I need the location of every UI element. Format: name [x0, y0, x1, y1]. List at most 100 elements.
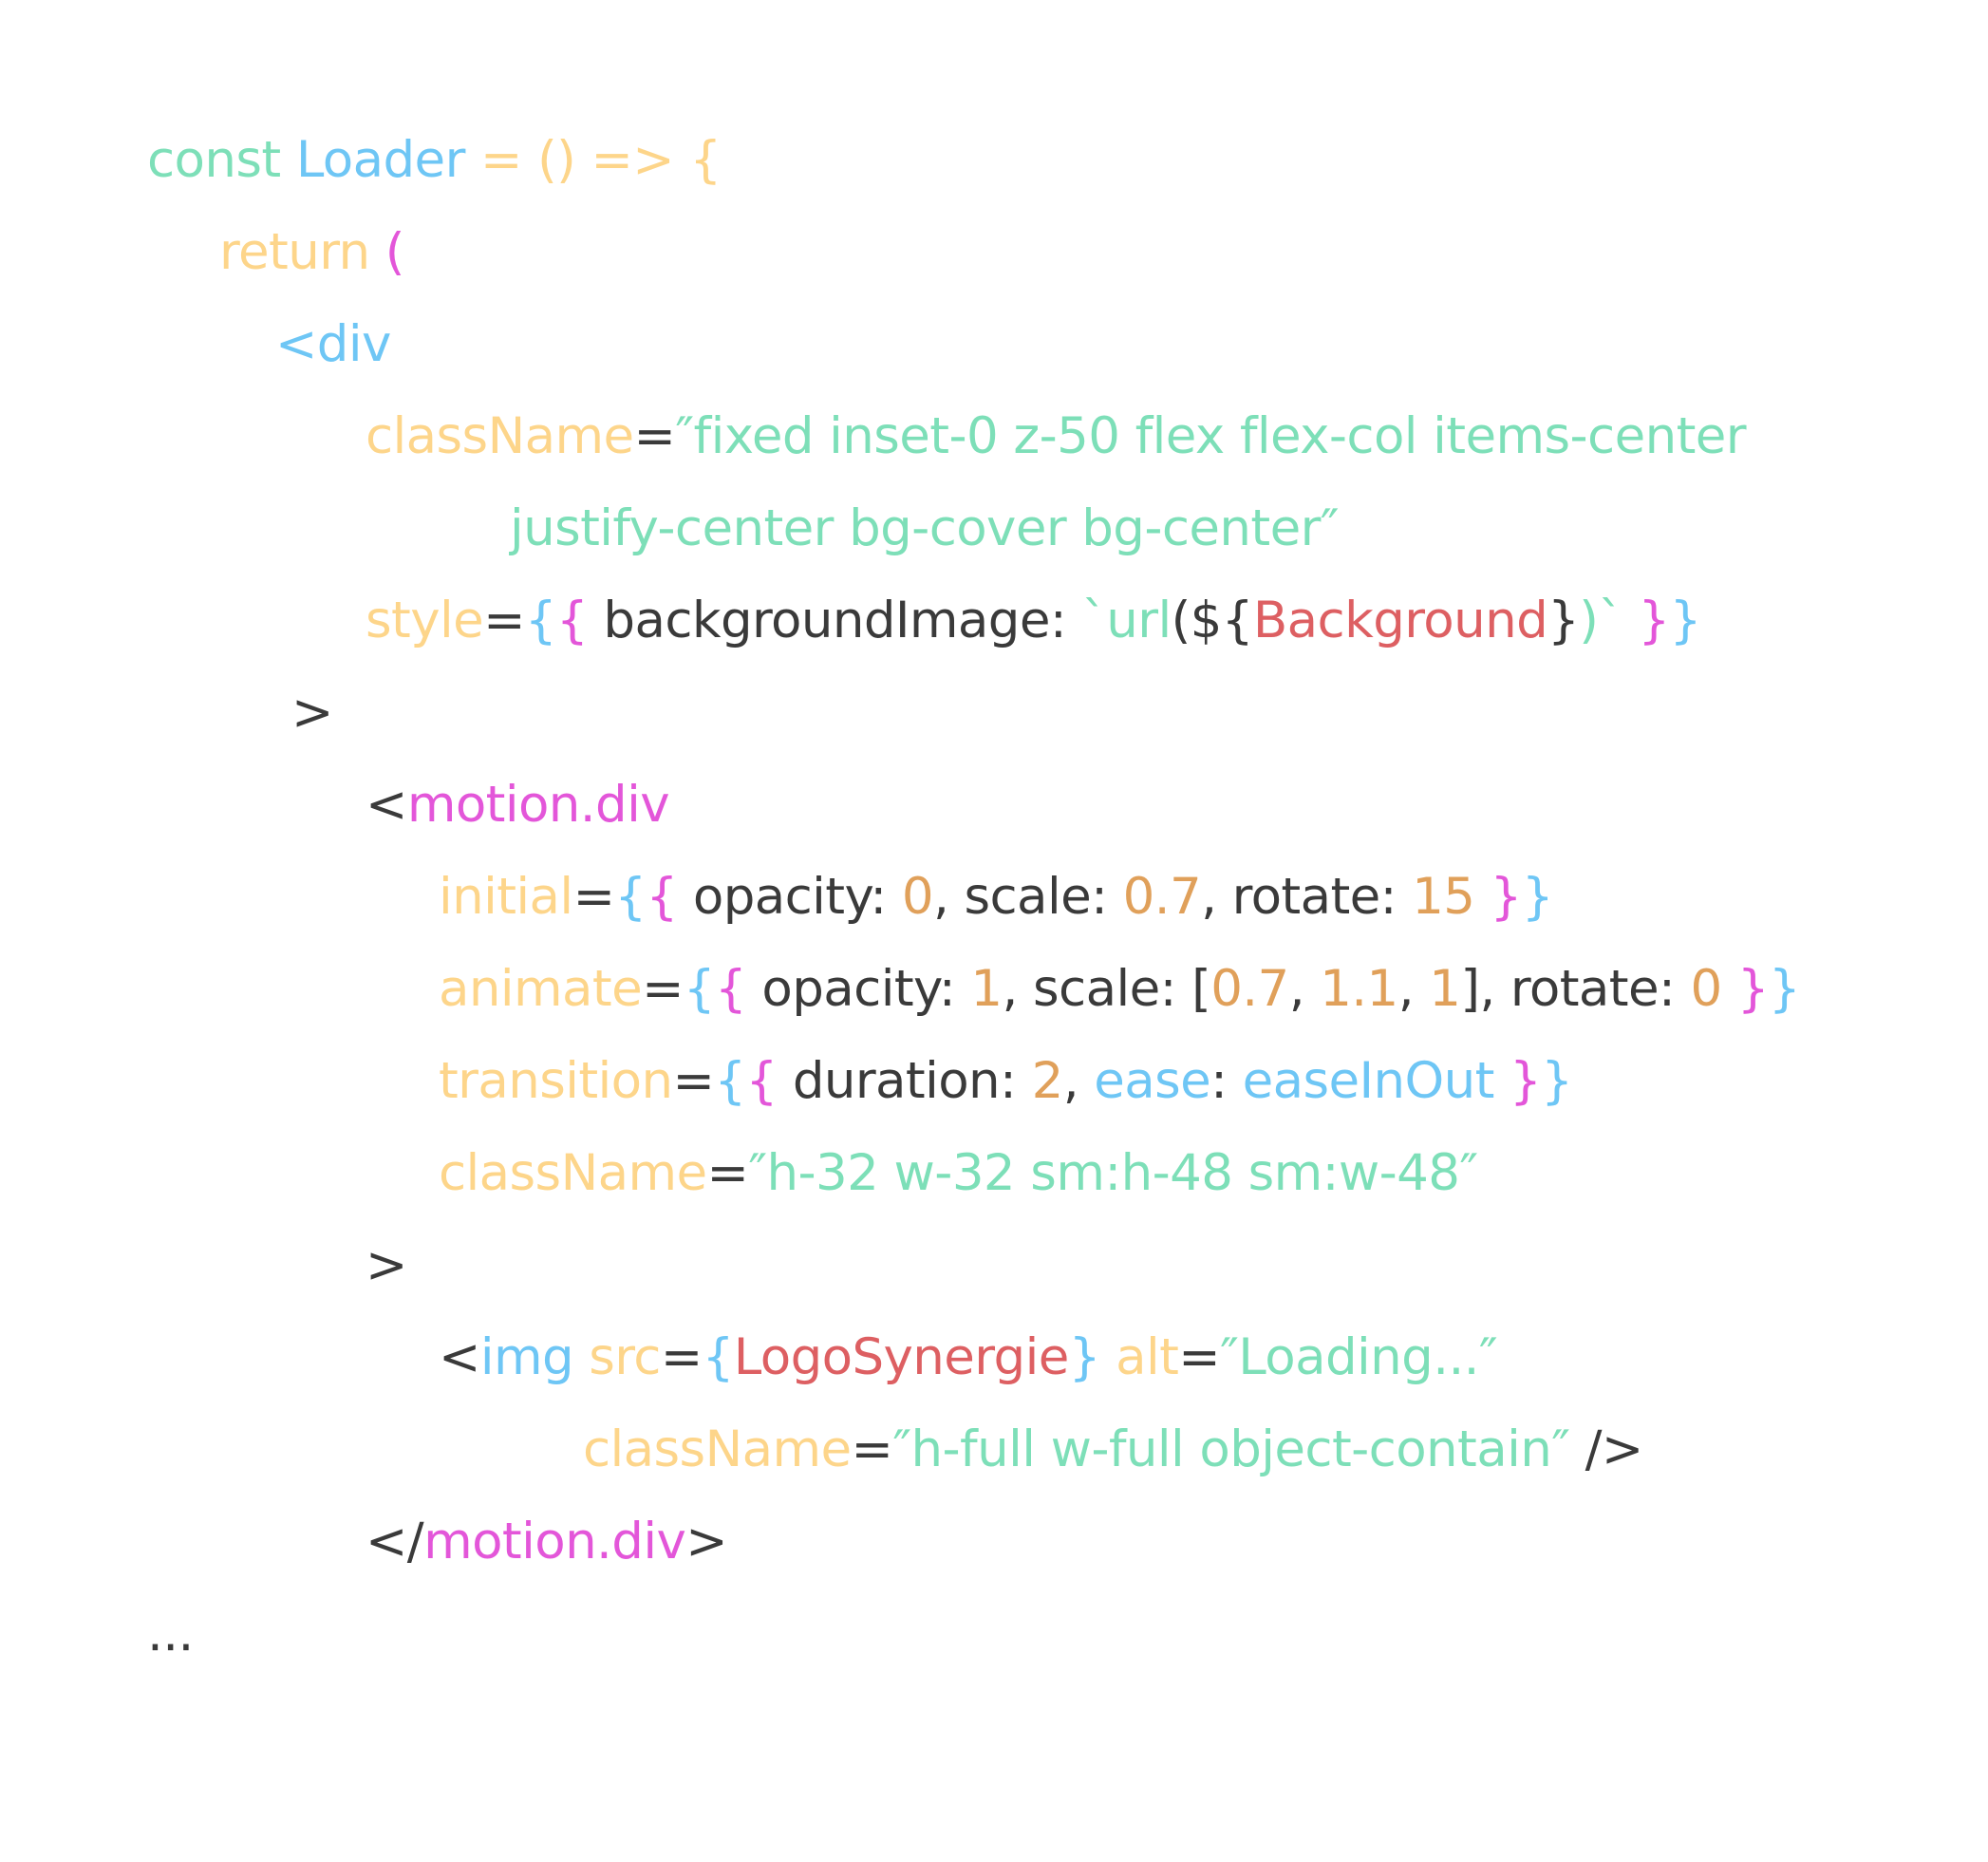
code-token: 1 [1429, 960, 1461, 1018]
code-token: style [366, 592, 484, 649]
code-token: = () => { [464, 131, 722, 189]
code-token: } [1068, 1328, 1101, 1386]
code-token: duration: [777, 1052, 1032, 1110]
code-token: easeInOut [1242, 1052, 1495, 1110]
code-token: <div [275, 315, 391, 373]
code-token: 1 [970, 960, 1003, 1018]
code-line: ... [147, 1604, 194, 1665]
code-token: backgroundImage: [588, 592, 1082, 649]
code-snippet: const Loader = () => { return ( <div cla… [0, 0, 1988, 1862]
code-token: const [147, 131, 296, 189]
code-token: ... [147, 1605, 194, 1663]
code-token: img [479, 1328, 590, 1386]
code-token: src [589, 1328, 661, 1386]
code-token: = [483, 592, 525, 649]
code-token: </ [366, 1513, 424, 1570]
code-token: justify-center bg-cover bg-center″ [510, 499, 1340, 557]
code-token: (${ [1171, 592, 1254, 649]
code-token: LogoSynergie [733, 1328, 1070, 1386]
code-token: motion.div [406, 776, 670, 834]
code-token: = [672, 1052, 715, 1110]
code-token: className [583, 1420, 852, 1478]
code-line: transition={{ duration: 2, ease: easeInO… [439, 1051, 1573, 1112]
code-line: </motion.div> [366, 1512, 728, 1572]
code-token: motion.div [423, 1513, 686, 1570]
code-line: <motion.div [366, 775, 670, 836]
code-token: , [1397, 960, 1430, 1018]
code-token: > [291, 684, 333, 742]
code-token: { [524, 592, 557, 649]
code-token: = [706, 1144, 749, 1202]
code-token: { [646, 868, 679, 926]
code-token: } [1547, 592, 1580, 649]
code-token: Background [1252, 592, 1548, 649]
code-token: return [219, 223, 385, 281]
code-line: className=″fixed inset-0 z-50 flex flex-… [366, 406, 1747, 467]
code-line: > [366, 1235, 407, 1296]
code-token: , scale: [ [1002, 960, 1211, 1018]
code-line: const Loader = () => { [147, 130, 722, 191]
code-token: } [1541, 1052, 1573, 1110]
code-token: /> [1569, 1420, 1644, 1478]
code-line: initial={{ opacity: 0, scale: 0.7, rotat… [439, 867, 1554, 928]
code-token: } [1669, 592, 1702, 649]
code-token: animate [439, 960, 643, 1018]
code-token: } [1474, 868, 1523, 926]
code-token: 2 [1031, 1052, 1064, 1110]
code-token: < [439, 1328, 480, 1386]
code-token: , [1288, 960, 1321, 1018]
code-line: justify-center bg-cover bg-center″ [510, 498, 1340, 559]
code-token: < [366, 776, 407, 834]
code-token: alt [1099, 1328, 1179, 1386]
code-token: { [745, 1052, 778, 1110]
code-token: Loader [295, 131, 466, 189]
code-line: > [291, 683, 333, 743]
code-token: { [556, 592, 589, 649]
code-token: { [683, 960, 716, 1018]
code-token: ″h-32 w-32 sm:h-48 sm:w-48″ [748, 1144, 1478, 1202]
code-token: = [660, 1328, 703, 1386]
code-token: 0.7 [1210, 960, 1289, 1018]
code-token: } [1493, 1052, 1542, 1110]
code-token: initial [439, 868, 573, 926]
code-token: className [366, 407, 634, 465]
code-token: , scale: [933, 868, 1123, 926]
code-line: return ( [219, 222, 404, 283]
code-token: = [851, 1420, 893, 1478]
code-token: : [1210, 1052, 1243, 1110]
code-token: = [633, 407, 676, 465]
code-token: = [642, 960, 684, 1018]
code-line: className=″h-full w-full object-contain″… [583, 1420, 1643, 1480]
code-token: 15 [1412, 868, 1475, 926]
code-token: { [715, 960, 747, 1018]
code-token: } [1622, 592, 1670, 649]
code-token: { [614, 868, 647, 926]
code-line: <img src={LogoSynergie} alt=″Loading...″ [439, 1327, 1498, 1388]
code-line: animate={{ opacity: 1, scale: [0.7, 1.1,… [439, 959, 1801, 1020]
code-line: style={{ backgroundImage: `url(${Backgro… [366, 591, 1701, 651]
code-token: } [1521, 868, 1554, 926]
code-token: 1.1 [1320, 960, 1398, 1018]
code-token: 0 [1690, 960, 1723, 1018]
code-line: <div [275, 314, 391, 375]
code-token: 0 [901, 868, 934, 926]
code-token: ″fixed inset-0 z-50 flex flex-col items-… [675, 407, 1746, 465]
code-token: > [685, 1513, 728, 1570]
code-token: ease [1094, 1052, 1211, 1110]
code-token: opacity: [746, 960, 971, 1018]
code-token: ( [384, 223, 405, 281]
code-token: } [1769, 960, 1801, 1018]
code-token: , [1062, 1052, 1095, 1110]
code-token: > [366, 1236, 407, 1294]
code-token: = [572, 868, 615, 926]
code-token: , rotate: [1201, 868, 1413, 926]
code-token: } [1721, 960, 1770, 1018]
code-token: { [702, 1328, 735, 1386]
code-token: ″h-full w-full object-contain″ [892, 1420, 1570, 1478]
code-token: )` [1579, 592, 1623, 649]
code-token: transition [439, 1052, 673, 1110]
code-token: className [439, 1144, 707, 1202]
code-line: className=″h-32 w-32 sm:h-48 sm:w-48″ [439, 1143, 1478, 1204]
code-token: = [1178, 1328, 1221, 1386]
code-token: opacity: [677, 868, 902, 926]
